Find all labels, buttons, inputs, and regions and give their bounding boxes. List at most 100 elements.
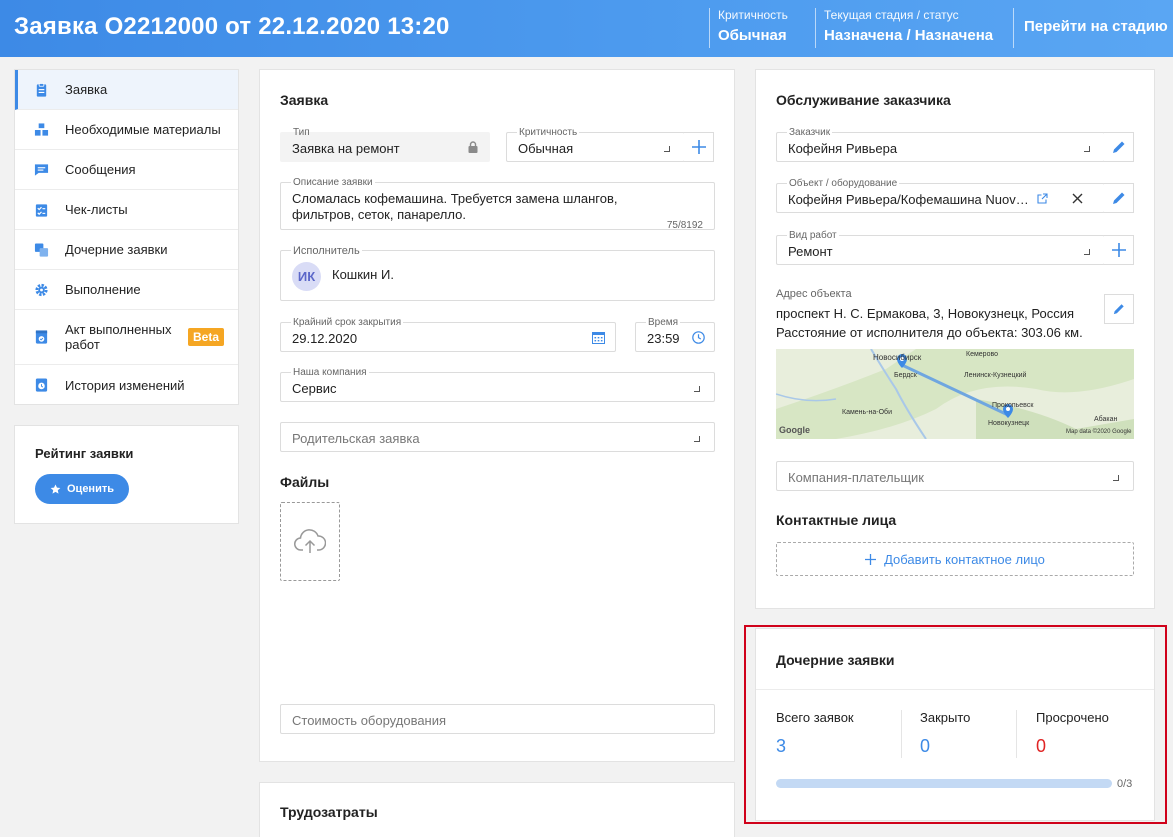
deadline-field[interactable]: Крайний срок закрытия 29.12.2020 bbox=[280, 317, 616, 352]
sidebar-item-materials[interactable]: Необходимые материалы bbox=[15, 110, 238, 150]
child-requests-card: Дочерние заявки Всего заявок 3 Закрыто 0… bbox=[755, 628, 1155, 821]
work-type-select[interactable]: Вид работ Ремонт bbox=[776, 230, 1105, 265]
time-label: Время bbox=[646, 317, 681, 328]
history-icon bbox=[35, 378, 48, 392]
beta-badge: Beta bbox=[187, 328, 224, 346]
work-type-value: Ремонт bbox=[788, 244, 833, 259]
sidebar-item-messages[interactable]: Сообщения bbox=[15, 150, 238, 190]
criticality-select[interactable]: Критичность Обычная bbox=[506, 127, 685, 162]
plus-icon bbox=[691, 140, 706, 154]
executor-field[interactable]: Исполнитель ИК Кошкин И. bbox=[280, 245, 715, 301]
edit-customer-button[interactable] bbox=[1104, 132, 1134, 162]
payer-select[interactable]: Компания-плательщик bbox=[776, 461, 1134, 491]
map-city-label: Кемерово bbox=[966, 351, 998, 358]
payer-placeholder: Компания-плательщик bbox=[788, 470, 924, 485]
star-icon bbox=[50, 483, 61, 494]
cloud-upload-icon bbox=[294, 528, 326, 553]
sidebar-item-label: Дочерние заявки bbox=[65, 242, 168, 257]
customer-select[interactable]: Заказчик Кофейня Ривьера bbox=[776, 127, 1105, 162]
customer-label: Заказчик bbox=[787, 127, 833, 138]
sidebar-item-label: Необходимые материалы bbox=[65, 122, 221, 137]
time-value: 23:59 bbox=[647, 331, 680, 346]
address-label: Адрес объекта bbox=[776, 288, 852, 300]
request-card-title: Заявка bbox=[280, 92, 329, 108]
progress-text: 0/3 bbox=[1117, 778, 1133, 790]
rating-title: Рейтинг заявки bbox=[35, 446, 134, 461]
description-field[interactable]: Описание заявки Сломалась кофемашина. Тр… bbox=[280, 177, 715, 231]
company-value: Сервис bbox=[292, 381, 337, 396]
overdue-value[interactable]: 0 bbox=[1036, 736, 1109, 757]
files-title: Файлы bbox=[280, 474, 330, 490]
sidebar-item-history[interactable]: История изменений bbox=[15, 365, 238, 405]
map-city-label: Бердск bbox=[894, 372, 917, 379]
equipment-cost-placeholder: Стоимость оборудования bbox=[292, 713, 447, 728]
criticality-field-label: Критичность bbox=[517, 127, 580, 138]
avatar: ИК bbox=[292, 262, 321, 291]
executor-label: Исполнитель bbox=[291, 245, 362, 257]
company-select[interactable]: Наша компания Сервис bbox=[280, 367, 715, 402]
closed-stat: Закрыто 0 bbox=[920, 710, 970, 757]
edit-address-button[interactable] bbox=[1104, 294, 1134, 324]
add-criticality-button[interactable] bbox=[684, 132, 714, 162]
sidebar-item-act[interactable]: Акт выполненных работ Beta bbox=[15, 310, 238, 365]
stage-label: Текущая стадия / статус bbox=[824, 8, 959, 22]
external-link-icon[interactable] bbox=[1037, 193, 1048, 204]
close-icon[interactable] bbox=[1072, 193, 1083, 204]
labor-card: Трудозатраты bbox=[259, 782, 735, 837]
equipment-cost-field[interactable]: Стоимость оборудования bbox=[280, 704, 715, 734]
object-select[interactable]: Объект / оборудование Кофейня Ривьера/Ко… bbox=[776, 178, 1105, 213]
dropdown-corner-icon bbox=[1084, 146, 1090, 152]
customer-card: Обслуживание заказчика Заказчик Кофейня … bbox=[755, 69, 1155, 609]
add-work-type-button[interactable] bbox=[1104, 235, 1134, 265]
overdue-stat: Просрочено 0 bbox=[1036, 710, 1109, 757]
parent-request-select[interactable]: Родительская заявка bbox=[280, 422, 715, 452]
clipboard-icon bbox=[36, 82, 47, 97]
dropdown-corner-icon bbox=[1113, 475, 1119, 481]
total-label: Всего заявок bbox=[776, 710, 854, 725]
chat-icon bbox=[34, 163, 49, 176]
time-field[interactable]: Время 23:59 bbox=[635, 317, 715, 352]
map-city-label: Новосибирск bbox=[873, 353, 922, 362]
description-counter: 75/8192 bbox=[666, 220, 703, 231]
map-city-label: Ленинск-Кузнецкий bbox=[964, 372, 1027, 379]
pencil-icon bbox=[1112, 192, 1124, 204]
map-city-label: Абакан bbox=[1094, 416, 1118, 423]
closed-value[interactable]: 0 bbox=[920, 736, 970, 757]
clock-icon[interactable] bbox=[692, 331, 705, 344]
edit-object-button[interactable] bbox=[1104, 183, 1134, 213]
calendar-icon[interactable] bbox=[592, 331, 605, 344]
rating-card: Рейтинг заявки Оценить bbox=[14, 425, 239, 524]
route-map[interactable]: Новосибирск Бердск Кемерово Ленинск-Кузн… bbox=[776, 349, 1134, 439]
sidebar-item-child-requests[interactable]: Дочерние заявки bbox=[15, 230, 238, 270]
sidebar-item-request[interactable]: Заявка bbox=[15, 70, 238, 110]
request-card: Заявка Тип Заявка на ремонт Критичность … bbox=[259, 69, 735, 762]
go-to-stage-button[interactable]: Перейти на стадию bbox=[1013, 8, 1168, 48]
checklist-icon bbox=[35, 203, 48, 217]
object-value: Кофейня Ривьера/Кофемашина Nuov… bbox=[788, 192, 1029, 207]
dropdown-corner-icon bbox=[694, 436, 700, 442]
add-contact-button[interactable]: Добавить контактное лицо bbox=[776, 542, 1134, 576]
overdue-label: Просрочено bbox=[1036, 710, 1109, 725]
criticality-value: Обычная bbox=[718, 27, 787, 44]
sidebar-item-label: Чек-листы bbox=[65, 202, 128, 217]
progress-bar bbox=[776, 779, 1112, 788]
deadline-label: Крайний срок закрытия bbox=[291, 317, 404, 328]
sidebar-item-execution[interactable]: Выполнение bbox=[15, 270, 238, 310]
divider bbox=[756, 689, 1154, 690]
total-stat: Всего заявок 3 bbox=[776, 710, 854, 757]
pencil-icon bbox=[1112, 141, 1124, 153]
total-value[interactable]: 3 bbox=[776, 736, 854, 757]
dropdown-corner-icon bbox=[1084, 249, 1090, 255]
dropdown-corner-icon bbox=[694, 386, 700, 392]
sidebar: Заявка Необходимые материалы Сообщения Ч… bbox=[14, 69, 239, 405]
google-logo: Google bbox=[779, 425, 810, 435]
type-field: Тип Заявка на ремонт bbox=[280, 127, 490, 162]
stage-block: Текущая стадия / статус Назначена / Назн… bbox=[815, 8, 993, 48]
rate-button[interactable]: Оценить bbox=[35, 474, 129, 504]
file-upload-button[interactable] bbox=[280, 502, 340, 581]
distance-text: Расстояние от исполнителя до объекта: 30… bbox=[776, 325, 1083, 340]
pencil-icon bbox=[1113, 304, 1124, 315]
sidebar-item-checklists[interactable]: Чек-листы bbox=[15, 190, 238, 230]
work-type-label: Вид работ bbox=[787, 230, 839, 241]
closed-label: Закрыто bbox=[920, 710, 971, 725]
